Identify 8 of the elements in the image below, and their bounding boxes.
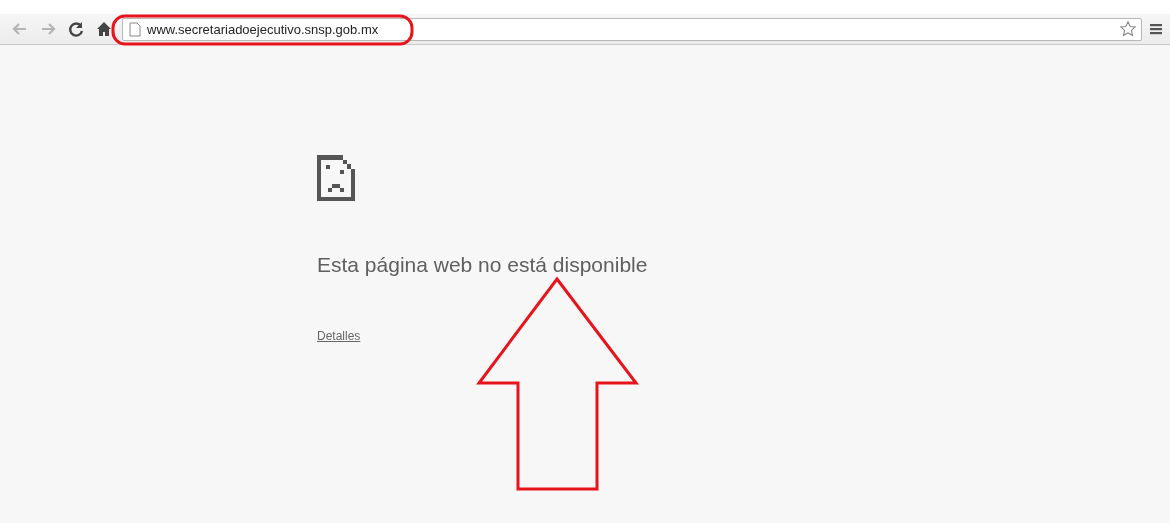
menu-icon[interactable] [1150,22,1164,36]
star-icon[interactable] [1119,20,1137,38]
address-bar[interactable]: www.secretariadoejecutivo.snsp.gob.mx [122,17,1142,41]
sad-page-icon [317,155,355,201]
page-icon [129,21,141,37]
details-link[interactable]: Detalles [317,329,361,343]
error-heading: Esta página web no está disponible [317,253,648,277]
reload-icon[interactable] [66,19,86,39]
